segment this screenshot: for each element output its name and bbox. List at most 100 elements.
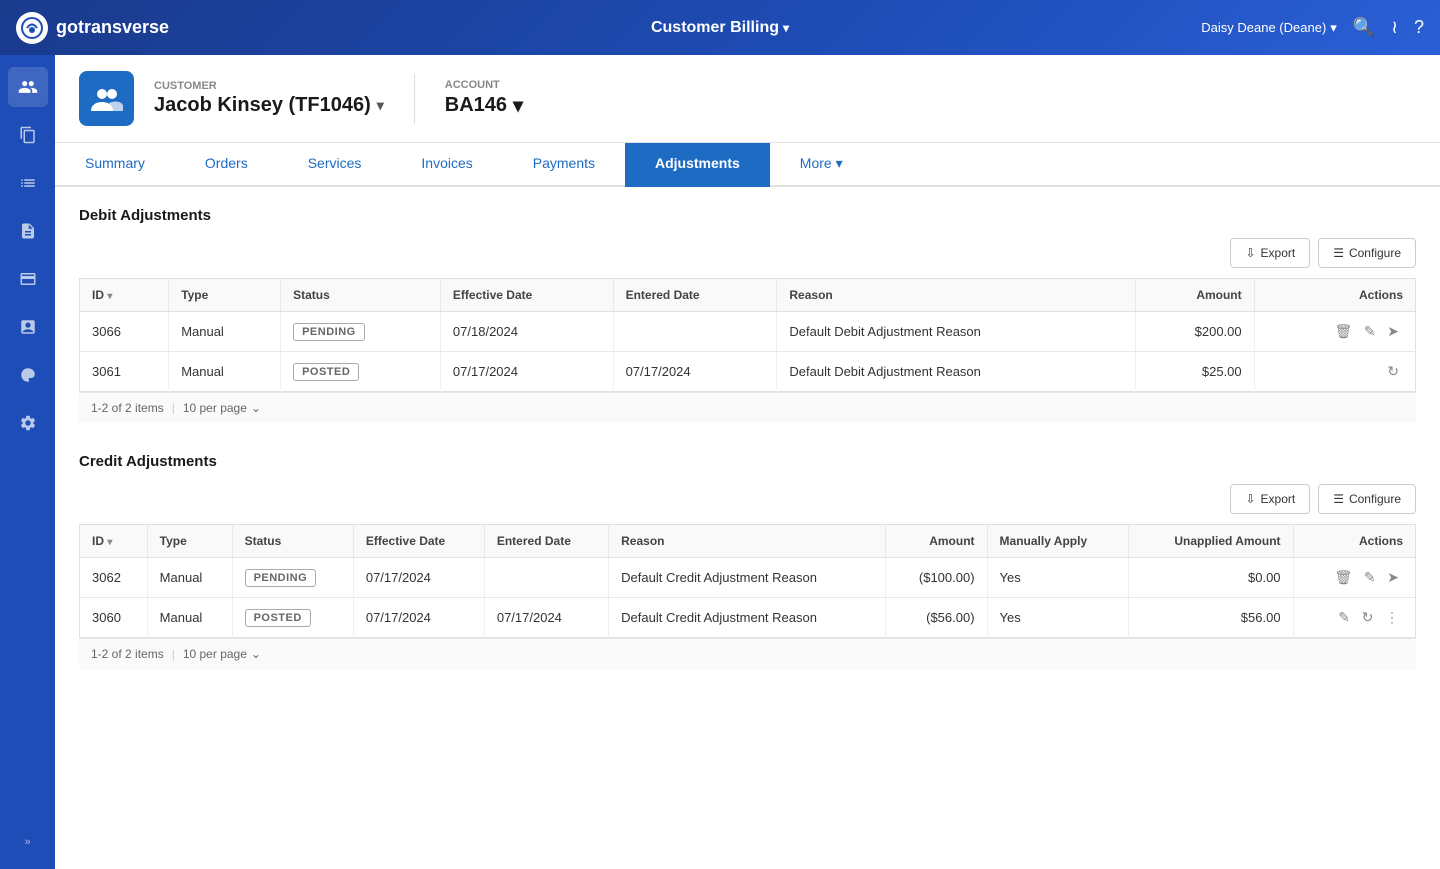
customer-avatar (79, 71, 134, 126)
sidebar-item-calculator[interactable] (8, 307, 48, 347)
credit-row1-reason: Default Credit Adjustment Reason (609, 558, 886, 598)
edit-icon-2[interactable]: ✎ (1360, 567, 1380, 588)
credit-col-amount: Amount (886, 525, 987, 558)
credit-per-page[interactable]: 10 per page ⌄ (183, 647, 261, 661)
sidebar-expand-btn[interactable]: » (8, 827, 48, 857)
credit-status-pending: PENDING (245, 569, 317, 587)
debit-table: ID ▾ Type Status Effective Date Entered … (79, 278, 1416, 392)
debit-export-btn[interactable]: ⇩ Export (1230, 238, 1310, 268)
account-dropdown[interactable]: ▾ (513, 93, 523, 118)
export-icon-2: ⇩ (1245, 492, 1255, 506)
undo-icon[interactable]: ↻ (1383, 361, 1403, 382)
apps-icon[interactable]: ≀ (1391, 17, 1398, 38)
tab-payments[interactable]: Payments (503, 143, 625, 187)
credit-export-btn[interactable]: ⇩ Export (1230, 484, 1310, 514)
debit-col-status: Status (281, 279, 441, 312)
account-label: ACCOUNT (445, 79, 523, 91)
credit-row1-manually-apply: Yes (987, 558, 1128, 598)
send-icon[interactable]: ➤ (1383, 321, 1403, 342)
sidebar-item-settings[interactable] (8, 403, 48, 443)
debit-adjustments-title: Debit Adjustments (79, 207, 1416, 224)
tab-services[interactable]: Services (278, 143, 392, 187)
debit-col-effective-date: Effective Date (440, 279, 613, 312)
debit-col-amount: Amount (1135, 279, 1254, 312)
header-divider (414, 74, 415, 124)
debit-row2-amount: $25.00 (1135, 352, 1254, 392)
credit-configure-btn[interactable]: ☰ Configure (1318, 484, 1416, 514)
debit-col-reason: Reason (777, 279, 1135, 312)
credit-col-unapplied-amount: Unapplied Amount (1128, 525, 1293, 558)
credit-row1-type: Manual (147, 558, 232, 598)
customer-info: CUSTOMER Jacob Kinsey (TF1046) ▾ (154, 80, 384, 117)
credit-toolbar: ⇩ Export ☰ Configure (79, 484, 1416, 514)
debit-row-2: 3061 Manual POSTED 07/17/2024 07/17/2024… (80, 352, 1416, 392)
debit-col-entered-date: Entered Date (613, 279, 777, 312)
debit-row1-reason: Default Debit Adjustment Reason (777, 312, 1135, 352)
credit-col-type: Type (147, 525, 232, 558)
app-logo[interactable]: gotransverse (16, 12, 169, 44)
debit-items-count: 1-2 of 2 items (91, 401, 164, 415)
debit-row2-id: 3061 (80, 352, 169, 392)
credit-row2-unapplied: $56.00 (1128, 598, 1293, 638)
debit-row1-status: PENDING (281, 312, 441, 352)
debit-pagination: 1-2 of 2 items | 10 per page ⌄ (79, 392, 1416, 423)
tab-summary[interactable]: Summary (55, 143, 175, 187)
debit-row2-reason: Default Debit Adjustment Reason (777, 352, 1135, 392)
credit-col-reason: Reason (609, 525, 886, 558)
help-icon[interactable]: ? (1414, 17, 1424, 38)
credit-row2-manually-apply: Yes (987, 598, 1128, 638)
credit-row-2: 3060 Manual POSTED 07/17/2024 07/17/2024… (80, 598, 1416, 638)
debit-row2-status: POSTED (281, 352, 441, 392)
debit-row2-effective-date: 07/17/2024 (440, 352, 613, 392)
sidebar-item-list[interactable] (8, 163, 48, 203)
debit-col-id: ID ▾ (80, 279, 169, 312)
tab-orders[interactable]: Orders (175, 143, 278, 187)
send-icon-2[interactable]: ➤ (1383, 567, 1403, 588)
sort-icon[interactable]: ▾ (107, 291, 112, 302)
user-menu[interactable]: Daisy Deane (Deane) ▾ (1201, 20, 1337, 36)
sidebar: » (0, 55, 55, 869)
page-content: Debit Adjustments ⇩ Export ☰ Configure I… (55, 187, 1440, 869)
logo-icon (16, 12, 48, 44)
debit-col-type: Type (169, 279, 281, 312)
credit-items-count: 1-2 of 2 items (91, 647, 164, 661)
tab-more[interactable]: More ▾ (770, 143, 873, 187)
configure-icon-2: ☰ (1333, 492, 1344, 506)
delete-icon-2[interactable]: 🗑 (1331, 567, 1357, 588)
debit-adjustments-section: Debit Adjustments ⇩ Export ☰ Configure I… (79, 207, 1416, 423)
sidebar-item-card[interactable] (8, 259, 48, 299)
sidebar-item-people[interactable] (8, 67, 48, 107)
debit-per-page[interactable]: 10 per page ⌄ (183, 401, 261, 415)
sidebar-item-copy[interactable] (8, 115, 48, 155)
sidebar-item-palette[interactable] (8, 355, 48, 395)
search-icon[interactable]: 🔍 (1353, 17, 1375, 38)
customer-dropdown[interactable]: ▾ (377, 97, 384, 114)
edit-icon[interactable]: ✎ (1360, 321, 1380, 342)
edit-icon-3[interactable]: ✎ (1334, 607, 1354, 628)
debit-row1-effective-date: 07/18/2024 (440, 312, 613, 352)
undo-icon-2[interactable]: ↻ (1358, 607, 1378, 628)
page-title: Customer Billing ▾ (651, 19, 789, 37)
debit-row2-actions: ↻ (1254, 352, 1415, 392)
sidebar-item-document[interactable] (8, 211, 48, 251)
credit-row1-status: PENDING (232, 558, 353, 598)
more-icon[interactable]: ⋮ (1381, 607, 1403, 628)
credit-col-status: Status (232, 525, 353, 558)
debit-sep: | (172, 401, 175, 415)
credit-row2-amount: ($56.00) (886, 598, 987, 638)
credit-row-1: 3062 Manual PENDING 07/17/2024 Default C… (80, 558, 1416, 598)
sort-icon-2[interactable]: ▾ (107, 537, 112, 548)
status-badge-posted: POSTED (293, 363, 359, 381)
credit-row2-effective-date: 07/17/2024 (353, 598, 484, 638)
credit-adjustments-section: Credit Adjustments ⇩ Export ☰ Configure … (79, 453, 1416, 669)
customer-label: CUSTOMER (154, 80, 384, 92)
delete-icon[interactable]: 🗑 (1331, 321, 1357, 342)
credit-row1-id: 3062 (80, 558, 148, 598)
debit-row1-id: 3066 (80, 312, 169, 352)
tab-adjustments[interactable]: Adjustments (625, 143, 770, 187)
customer-name: Jacob Kinsey (TF1046) ▾ (154, 94, 384, 117)
credit-col-effective-date: Effective Date (353, 525, 484, 558)
tab-invoices[interactable]: Invoices (391, 143, 502, 187)
debit-configure-btn[interactable]: ☰ Configure (1318, 238, 1416, 268)
credit-col-id: ID ▾ (80, 525, 148, 558)
